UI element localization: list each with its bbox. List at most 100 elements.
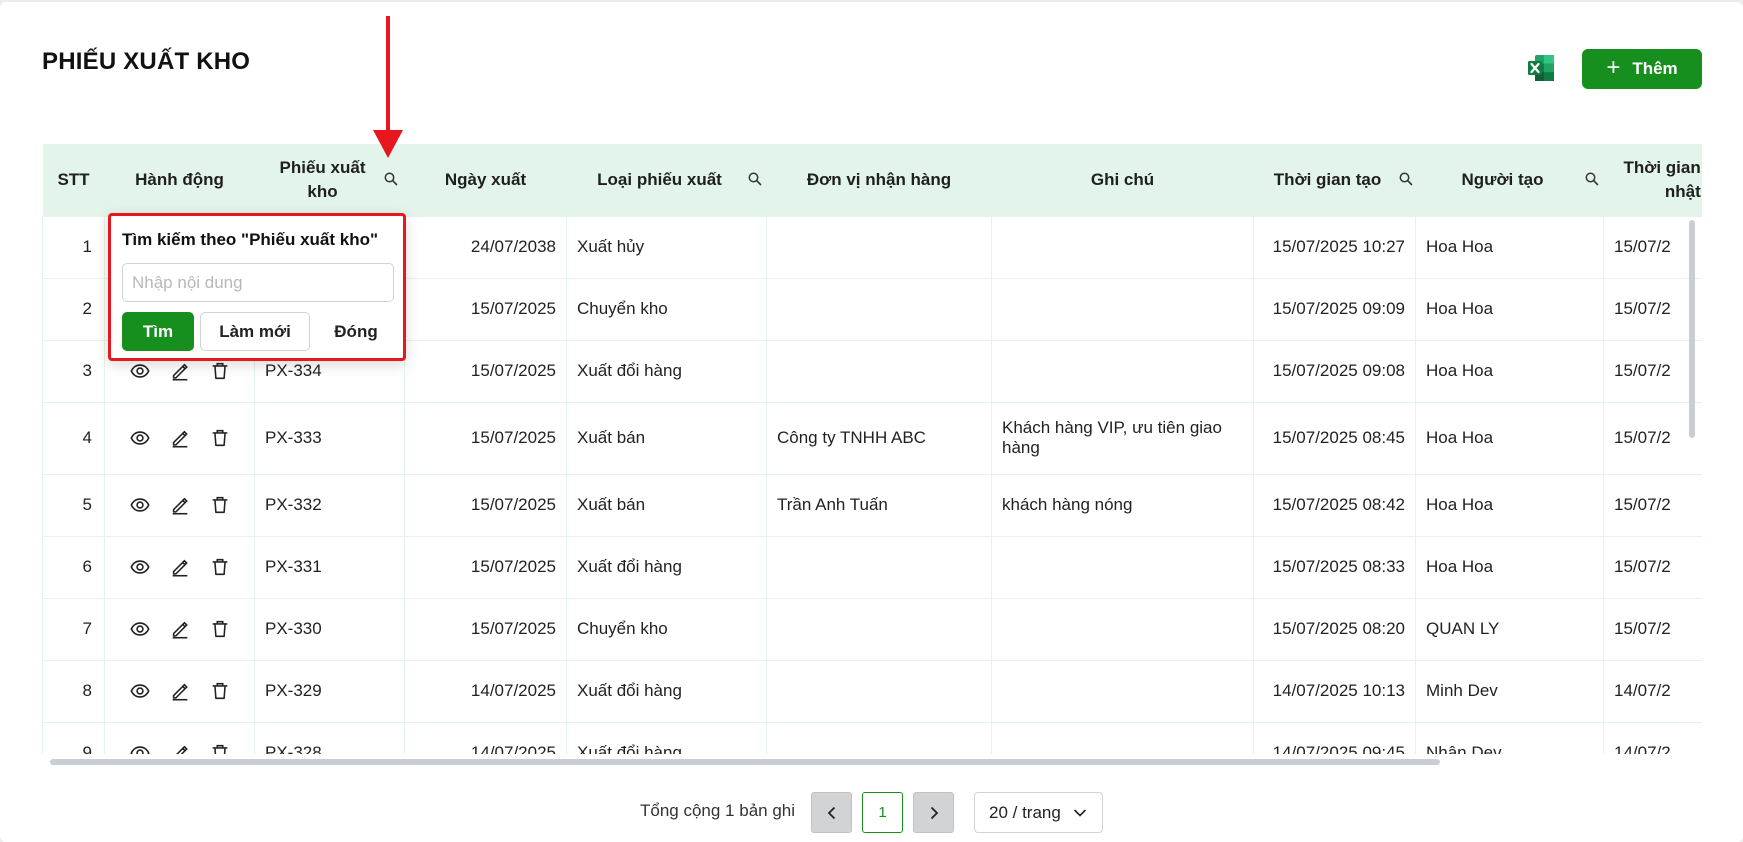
view-eye-icon[interactable] <box>129 360 151 382</box>
cell-type: Xuất đổi hàng <box>566 659 767 723</box>
table-row[interactable]: 9 PX-328 14/07/2025 Xuất đổi hàng 14/07/2025… <box>42 721 1702 754</box>
cell-type: Chuyển kho <box>566 597 767 661</box>
edit-pencil-icon[interactable] <box>169 360 191 382</box>
edit-pencil-icon[interactable] <box>169 556 191 578</box>
reset-button[interactable]: Làm mới <box>200 312 310 351</box>
cell-stt: 3 <box>42 339 105 403</box>
close-button[interactable]: Đóng <box>319 312 393 351</box>
page-size-label: 20 / trang <box>989 802 1061 822</box>
find-button[interactable]: Tìm <box>122 312 194 351</box>
cell-creator: Nhân Dev <box>1415 721 1604 754</box>
page-size-select[interactable]: 20 / trang <box>974 792 1103 833</box>
chevron-down-icon <box>1073 808 1086 817</box>
cell-updated-time: 15/07/2 <box>1603 339 1702 403</box>
prev-page-button[interactable] <box>811 792 852 833</box>
cell-date: 15/07/2025 <box>404 473 567 537</box>
cell-updated-time: 15/07/2 <box>1603 535 1702 599</box>
header-created-time: Thời gian tạo <box>1253 144 1416 216</box>
cell-created-time: 15/07/2025 08:45 <box>1253 401 1416 475</box>
cell-date: 14/07/2025 <box>404 721 567 754</box>
cell-note <box>991 659 1254 723</box>
delete-trash-icon[interactable] <box>209 360 231 382</box>
delete-trash-icon[interactable] <box>209 494 231 516</box>
cell-creator: Minh Dev <box>1415 659 1604 723</box>
chevron-right-icon <box>930 806 938 819</box>
creator-search-icon[interactable] <box>1584 171 1600 187</box>
cell-actions <box>104 597 255 661</box>
cell-stt: 1 <box>42 215 105 279</box>
table-row[interactable]: 6 PX-331 15/07/2025 Xuất đổi hàng 15/07/2025… <box>42 535 1702 599</box>
view-eye-icon[interactable] <box>129 742 151 754</box>
table-row[interactable]: 4 PX-333 15/07/2025 Xuất bán Công ty TNHH AB… <box>42 401 1702 475</box>
delete-trash-icon[interactable] <box>209 556 231 578</box>
cell-note: khách hàng nóng <box>991 473 1254 537</box>
cell-type: Xuất đổi hàng <box>566 535 767 599</box>
cell-date: 15/07/2025 <box>404 401 567 475</box>
delete-trash-icon[interactable] <box>209 618 231 640</box>
cell-actions <box>104 473 255 537</box>
cell-date: 15/07/2025 <box>404 339 567 403</box>
cell-note <box>991 277 1254 341</box>
delete-trash-icon[interactable] <box>209 742 231 754</box>
code-search-icon[interactable] <box>383 171 399 187</box>
cell-updated-time: 15/07/2 <box>1603 215 1702 279</box>
table-row[interactable]: 7 PX-330 15/07/2025 Chuyển kho 15/07/2025 08… <box>42 597 1702 661</box>
cell-created-time: 15/07/2025 09:09 <box>1253 277 1416 341</box>
cell-stt: 5 <box>42 473 105 537</box>
cell-note <box>991 535 1254 599</box>
header-stt: STT <box>42 144 105 216</box>
excel-export-button[interactable] <box>1526 53 1556 83</box>
delete-trash-icon[interactable] <box>209 427 231 449</box>
next-page-button[interactable] <box>913 792 954 833</box>
created-time-search-icon[interactable] <box>1398 171 1414 187</box>
annotation-arrow-icon <box>373 16 403 158</box>
cell-receiver <box>766 277 992 341</box>
search-popup-title: Tìm kiếm theo "Phiếu xuất kho" <box>122 230 379 249</box>
cell-updated-time: 14/07/2 <box>1603 721 1702 754</box>
cell-receiver <box>766 535 992 599</box>
view-eye-icon[interactable] <box>129 556 151 578</box>
header-actions: Hành động <box>104 144 255 216</box>
header-type: Loại phiếu xuất <box>566 144 767 216</box>
view-eye-icon[interactable] <box>129 680 151 702</box>
edit-pencil-icon[interactable] <box>169 618 191 640</box>
table-header-row: STT Hành động Phiếu xuất kho Ngày xuất Lo… <box>42 144 1702 216</box>
cell-actions <box>104 659 255 723</box>
cell-receiver: Trần Anh Tuấn <box>766 473 992 537</box>
vertical-scrollbar[interactable] <box>1689 220 1695 438</box>
table-row[interactable]: 8 PX-329 14/07/2025 Xuất đổi hàng 14/07/2025… <box>42 659 1702 723</box>
cell-created-time: 15/07/2025 08:42 <box>1253 473 1416 537</box>
edit-pencil-icon[interactable] <box>169 427 191 449</box>
edit-pencil-icon[interactable] <box>169 680 191 702</box>
cell-date: 14/07/2025 <box>404 659 567 723</box>
add-button[interactable]: + Thêm <box>1582 49 1702 89</box>
edit-pencil-icon[interactable] <box>169 494 191 516</box>
search-input[interactable] <box>122 263 394 302</box>
cell-receiver: Công ty TNHH ABC <box>766 401 992 475</box>
cell-receiver <box>766 215 992 279</box>
cell-note <box>991 215 1254 279</box>
cell-stt: 6 <box>42 535 105 599</box>
cell-creator: Hoa Hoa <box>1415 339 1604 403</box>
cell-creator: Hoa Hoa <box>1415 215 1604 279</box>
horizontal-scrollbar[interactable] <box>50 759 1440 765</box>
cell-stt: 7 <box>42 597 105 661</box>
table-row[interactable]: 5 PX-332 15/07/2025 Xuất bán Trần Anh Tuấn kh… <box>42 473 1702 537</box>
cell-code: PX-328 <box>254 721 405 754</box>
page-button-current[interactable]: 1 <box>862 792 903 833</box>
cell-date: 15/07/2025 <box>404 277 567 341</box>
cell-created-time: 15/07/2025 10:27 <box>1253 215 1416 279</box>
cell-type: Xuất đổi hàng <box>566 721 767 754</box>
total-records-label: Tổng cộng 1 bản ghi <box>640 801 796 820</box>
edit-pencil-icon[interactable] <box>169 742 191 754</box>
view-eye-icon[interactable] <box>129 494 151 516</box>
view-eye-icon[interactable] <box>129 427 151 449</box>
cell-created-time: 15/07/2025 08:33 <box>1253 535 1416 599</box>
cell-creator: Hoa Hoa <box>1415 401 1604 475</box>
cell-note <box>991 339 1254 403</box>
cell-receiver <box>766 597 992 661</box>
type-search-icon[interactable] <box>747 171 763 187</box>
view-eye-icon[interactable] <box>129 618 151 640</box>
delete-trash-icon[interactable] <box>209 680 231 702</box>
chevron-left-icon <box>827 806 835 819</box>
